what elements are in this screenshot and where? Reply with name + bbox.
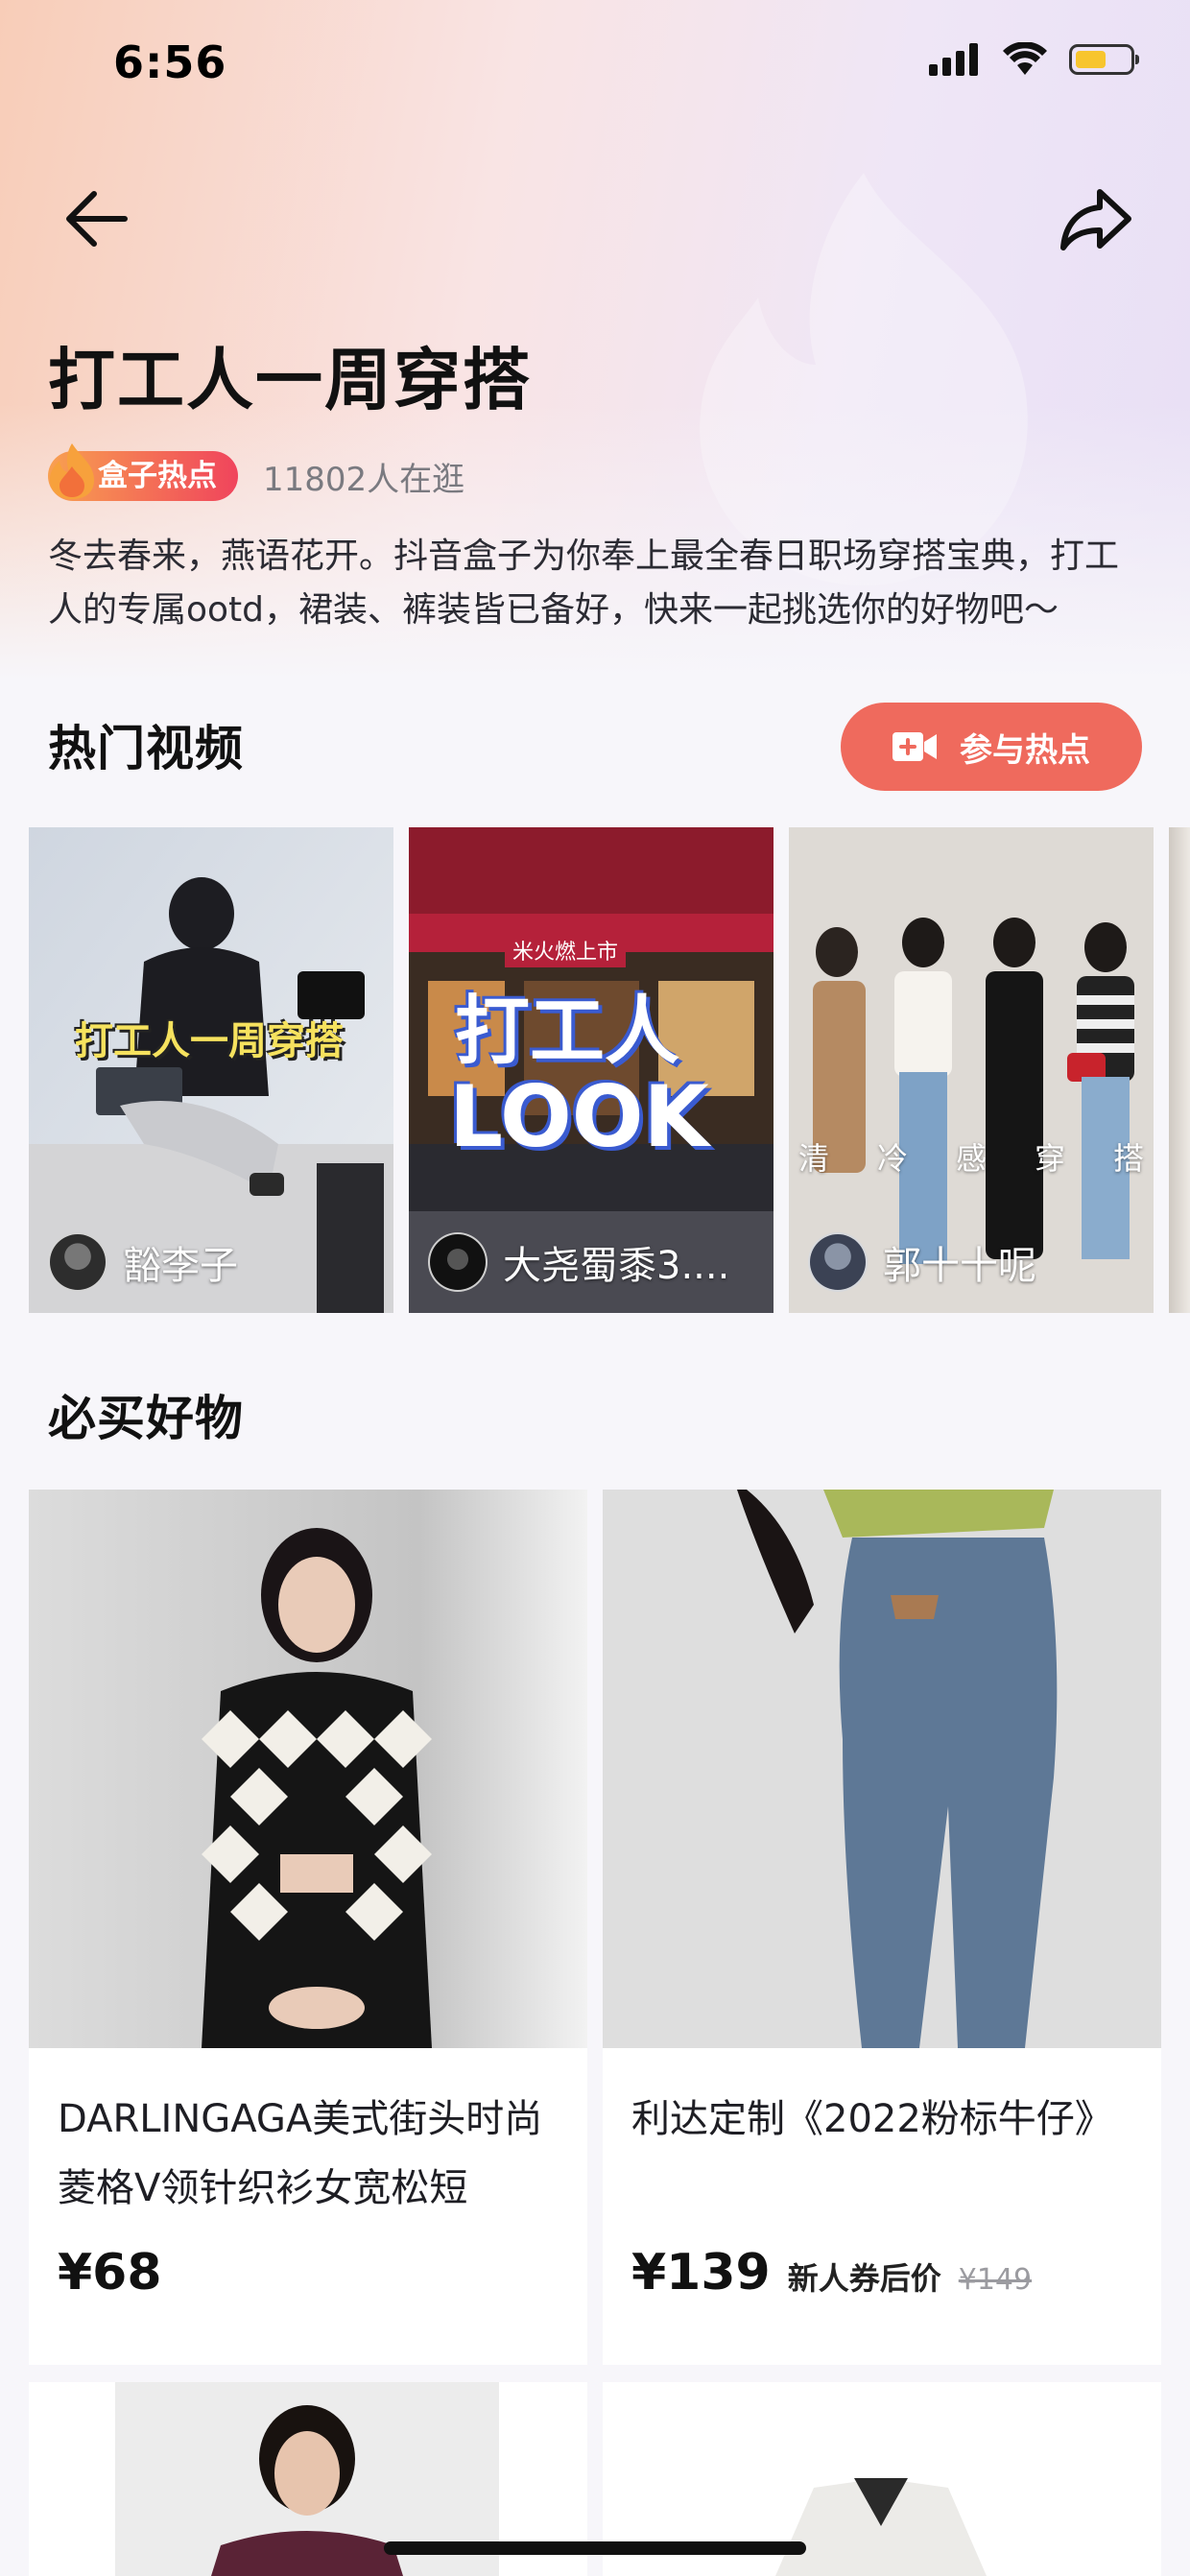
original-price: ¥149	[958, 2263, 1033, 2297]
author-avatar	[808, 1232, 868, 1292]
topic-meta: 盒子热点 11802人在逛	[48, 443, 465, 501]
video-card-partial[interactable]	[1169, 827, 1190, 1313]
video-author: 豁李子	[48, 1232, 384, 1292]
product-price: ¥139	[631, 2244, 771, 2302]
author-avatar	[428, 1232, 488, 1292]
overlay-char: 搭	[1112, 1140, 1144, 1177]
visitor-count: 11802人在逛	[263, 460, 465, 499]
author-name: 豁李子	[123, 1244, 238, 1288]
video-author: 大尧蜀黍3....	[428, 1232, 764, 1292]
wifi-icon	[1003, 42, 1047, 75]
video-card[interactable]: 米火燃上市 打工人 LOOK 大尧蜀黍3....	[409, 827, 774, 1313]
video-camera-icon	[892, 732, 937, 761]
video-overlay-subtitle: LOOK	[449, 1067, 709, 1166]
video-author: 郭十十呢	[808, 1232, 1144, 1292]
topic-description: 冬去春来，燕语花开。抖音盒子为你奉上最全春日职场穿搭宝典，打工人的专属ootd，…	[48, 537, 1120, 630]
battery-level	[1076, 51, 1106, 68]
hot-videos-title: 热门视频	[48, 721, 244, 776]
author-name: 大尧蜀黍3....	[503, 1244, 730, 1288]
video-card[interactable]: 清 冷 感 穿 搭 郭十十呢	[789, 827, 1154, 1313]
coupon-price-note: 新人券后价	[787, 2260, 941, 2297]
home-indicator[interactable]	[384, 2541, 806, 2555]
flame-icon	[50, 443, 94, 499]
hot-badge[interactable]: 盒子热点	[48, 443, 238, 501]
product-image	[29, 1490, 587, 2048]
video-overlay-title: 打工人	[455, 989, 680, 1075]
product-card[interactable]: DARLINGAGA美式街头时尚菱格V领针织衫女宽松短 ¥68	[29, 1490, 587, 2365]
join-topic-button[interactable]: 参与热点	[841, 703, 1142, 791]
product-card[interactable]: 利达定制《2022粉标牛仔》 ¥139 新人券后价 ¥149	[603, 1490, 1161, 2365]
battery-icon	[1069, 44, 1139, 75]
back-arrow-icon[interactable]	[58, 180, 134, 257]
store-sign: 米火燃上市	[505, 933, 627, 967]
cellular-signal-icon	[929, 43, 978, 76]
share-icon[interactable]	[1056, 179, 1136, 259]
video-overlay-text: 打工人一周穿搭	[75, 1019, 344, 1063]
author-avatar	[48, 1232, 107, 1292]
join-topic-label: 参与热点	[960, 730, 1090, 770]
overlay-char: 穿	[1034, 1140, 1065, 1177]
must-buy-title: 必买好物	[48, 1391, 244, 1446]
overlay-char: 清	[798, 1140, 830, 1177]
overlay-char: 冷	[876, 1140, 908, 1177]
overlay-char: 感	[955, 1140, 987, 1177]
page-title: 打工人一周穿搭	[48, 341, 532, 419]
hot-badge-label: 盒子热点	[98, 459, 217, 493]
video-card[interactable]: 打工人一周穿搭 豁李子	[29, 827, 393, 1313]
product-image	[603, 1490, 1161, 2048]
product-title: 利达定制《2022粉标牛仔》	[631, 2097, 1113, 2141]
product-price: ¥68	[58, 2244, 162, 2302]
status-time: 6:56	[113, 36, 227, 88]
author-name: 郭十十呢	[883, 1244, 1036, 1288]
product-title: DARLINGAGA美式街头时尚菱格V领针织衫女宽松短	[58, 2097, 543, 2210]
price-row: ¥68	[29, 2244, 587, 2302]
status-icons	[929, 42, 1139, 77]
price-row: ¥139 新人券后价 ¥149	[603, 2244, 1161, 2302]
video-overlay-chars: 清 冷 感 穿 搭	[798, 1134, 1144, 1179]
